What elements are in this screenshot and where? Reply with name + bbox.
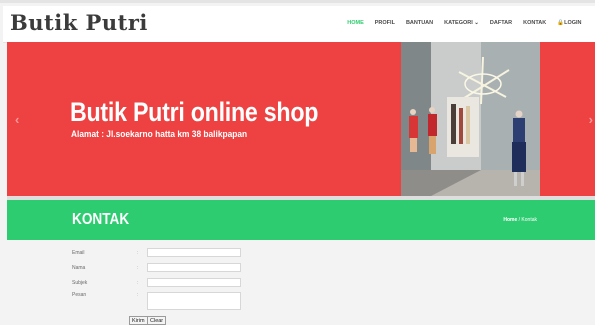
section-banner: KONTAK Home / Kontak [7,200,595,240]
top-strip [0,0,595,3]
nav-item-bantuan[interactable]: BANTUAN [400,20,438,26]
carousel-prev-icon[interactable]: ‹ [15,112,19,127]
clear-button[interactable]: Clear [147,316,167,325]
pesan-textarea[interactable] [147,292,241,310]
nav-item-daftar[interactable]: DAFTAR [484,20,517,26]
hero-subtitle: Alamat : Jl.soekarno hatta km 38 balikpa… [71,129,248,140]
subjek-label: Subjek [72,280,88,286]
kirim-button[interactable]: Kirim [129,316,148,325]
breadcrumb-current: Kontak [521,217,537,223]
email-colon: : [137,250,139,256]
hero-carousel: ‹ Butik Putri online shop Alamat : Jl.so… [7,42,595,196]
page-title: KONTAK [72,211,130,228]
carousel-next-icon[interactable]: › [589,112,593,127]
subjek-field[interactable] [147,278,241,287]
contact-form: Email : Nama : Subjek : Pesan : [0,240,595,325]
email-label: Email [72,250,85,256]
breadcrumb: Home / Kontak [503,217,537,223]
email-field[interactable] [147,248,241,257]
main-nav: HOME PROFIL BANTUAN KATEGORI ⌄ DAFTAR KO… [342,20,587,26]
breadcrumb-home[interactable]: Home [503,217,517,223]
boutique-interior-image [401,42,540,196]
pesan-colon: : [137,292,139,298]
breadcrumb-separator: / [518,217,521,223]
subjek-colon: : [137,280,139,286]
pesan-label: Pesan [72,292,87,298]
nama-field[interactable] [147,263,241,272]
boutique-photo [401,42,540,196]
site-logo[interactable]: Butik Putri [10,10,148,35]
nama-colon: : [137,265,139,271]
nav-item-kategori[interactable]: KATEGORI ⌄ [439,20,485,26]
nav-item-kontak[interactable]: KONTAK [518,20,552,26]
nav-item-home[interactable]: HOME [342,20,370,26]
site-header: Butik Putri HOME PROFIL BANTUAN KATEGORI… [3,6,595,43]
hero-title: Butik Putri online shop [70,97,319,127]
nav-item-profil[interactable]: PROFIL [369,20,400,26]
nama-label: Nama [72,265,86,271]
nav-item-login[interactable]: 🔒LOGIN [552,20,587,26]
